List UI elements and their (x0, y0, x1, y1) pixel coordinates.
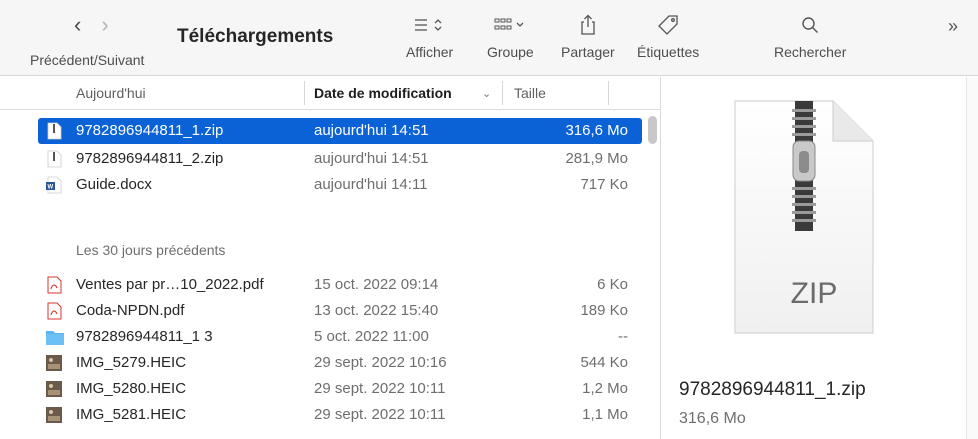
group-label: Groupe (487, 44, 534, 60)
search-icon (801, 8, 819, 42)
share-icon (579, 8, 597, 42)
toolbar: ‹ › Précédent/Suivant Téléchargements Af… (0, 0, 978, 76)
file-size: 316,6 Mo (565, 122, 628, 139)
sort-chevron-icon[interactable]: ⌄ (482, 87, 491, 100)
share-button[interactable]: Partager (561, 8, 615, 60)
file-name: IMG_5281.HEIC (76, 406, 187, 423)
file-size: 1,2 Mo (582, 380, 628, 397)
zip-badge: ZIP (790, 277, 838, 310)
file-size: 717 Ko (580, 176, 628, 193)
column-divider[interactable] (502, 81, 503, 105)
file-date: 5 oct. 2022 11:00 (314, 328, 429, 345)
column-header: Aujourd'hui Date de modification ⌄ Taill… (0, 77, 660, 110)
file-date: 15 oct. 2022 09:14 (314, 276, 439, 293)
file-row[interactable]: 9782896944811_2.zip aujourd'hui 14:51 28… (38, 146, 642, 172)
preview-filename: 9782896944811_1.zip (679, 379, 866, 400)
file-date: aujourd'hui 14:51 (314, 150, 429, 167)
file-name: Guide.docx (76, 176, 152, 193)
pdf-icon (47, 276, 62, 294)
toolbar-overflow-icon[interactable]: » (948, 16, 958, 37)
file-date: 29 sept. 2022 10:11 (314, 380, 446, 397)
image-icon (46, 407, 62, 423)
file-name: 9782896944811_1 3 (76, 328, 213, 345)
list-scrollbar[interactable] (648, 116, 657, 144)
file-row[interactable]: Ventes par pr…10_2022.pdf 15 oct. 2022 0… (38, 272, 642, 298)
file-row[interactable]: IMG_5281.HEIC 29 sept. 2022 10:11 1,1 Mo (38, 402, 642, 428)
zip-icon (47, 150, 62, 168)
word-doc-icon: W (46, 176, 62, 194)
share-label: Partager (561, 44, 615, 60)
group-grid-icon (493, 8, 527, 42)
file-date: aujourd'hui 14:51 (314, 122, 429, 139)
column-divider[interactable] (304, 81, 305, 105)
file-size: 189 Ko (580, 302, 628, 319)
file-date: 29 sept. 2022 10:11 (314, 406, 446, 423)
file-date: aujourd'hui 14:11 (314, 176, 428, 193)
column-divider[interactable] (608, 81, 609, 105)
file-size: -- (618, 328, 628, 345)
file-row[interactable]: Coda-NPDN.pdf 13 oct. 2022 15:40 189 Ko (38, 298, 642, 324)
file-list: 9782896944811_1.zip aujourd'hui 14:51 31… (0, 110, 660, 439)
preview-pane: ZIP 9782896944811_1.zip 316,6 Mo (660, 77, 978, 439)
file-date: 29 sept. 2022 10:16 (314, 354, 447, 371)
file-row[interactable]: W Guide.docx aujourd'hui 14:11 717 Ko (38, 172, 642, 198)
file-name: Coda-NPDN.pdf (76, 302, 185, 319)
column-date-header[interactable]: Date de modification (314, 85, 452, 101)
view-label: Afficher (406, 44, 454, 60)
tag-icon (657, 8, 679, 42)
file-name: Ventes par pr…10_2022.pdf (76, 276, 264, 293)
file-name: 9782896944811_1.zip (76, 122, 224, 139)
back-arrow-icon[interactable]: ‹ (74, 14, 81, 36)
file-name: IMG_5280.HEIC (76, 380, 187, 397)
file-name: IMG_5279.HEIC (76, 354, 187, 371)
list-view-icon (413, 8, 447, 42)
file-row[interactable]: IMG_5279.HEIC 29 sept. 2022 10:16 544 Ko (38, 350, 642, 376)
group-button[interactable]: Groupe (487, 8, 534, 60)
forward-arrow-icon[interactable]: › (101, 14, 108, 36)
column-name-header[interactable]: Aujourd'hui (76, 85, 146, 101)
file-size: 6 Ko (597, 276, 628, 293)
section-heading: Les 30 jours précédents (76, 242, 226, 258)
view-button[interactable]: Afficher (406, 8, 453, 60)
folder-icon (46, 331, 64, 345)
file-row[interactable]: 9782896944811_1 3 5 oct. 2022 11:00 -- (38, 324, 642, 350)
tags-label: Étiquettes (637, 44, 700, 60)
preview-filesize: 316,6 Mo (679, 410, 746, 427)
preview-scrollbar[interactable] (966, 77, 978, 439)
file-name: 9782896944811_2.zip (76, 150, 224, 167)
file-size: 281,9 Mo (565, 150, 628, 167)
search-button[interactable]: Rechercher (774, 8, 846, 60)
column-size-header[interactable]: Taille (514, 85, 546, 101)
file-date: 13 oct. 2022 15:40 (314, 302, 439, 319)
pdf-icon (47, 302, 62, 320)
finder-window: ‹ › Précédent/Suivant Téléchargements Af… (0, 0, 978, 439)
file-size: 1,1 Mo (582, 406, 628, 423)
tags-button[interactable]: Étiquettes (637, 8, 699, 60)
svg-text:W: W (48, 185, 54, 191)
file-size: 544 Ko (580, 354, 628, 371)
file-row[interactable]: IMG_5280.HEIC 29 sept. 2022 10:11 1,2 Mo (38, 376, 642, 402)
nav-arrows: ‹ › (74, 14, 109, 36)
zip-icon (47, 122, 62, 140)
image-icon (46, 355, 62, 371)
window-title: Téléchargements (177, 26, 334, 47)
file-row[interactable]: 9782896944811_1.zip aujourd'hui 14:51 31… (38, 118, 642, 144)
search-label: Rechercher (774, 44, 847, 60)
nav-label: Précédent/Suivant (30, 52, 145, 68)
image-icon (46, 381, 62, 397)
